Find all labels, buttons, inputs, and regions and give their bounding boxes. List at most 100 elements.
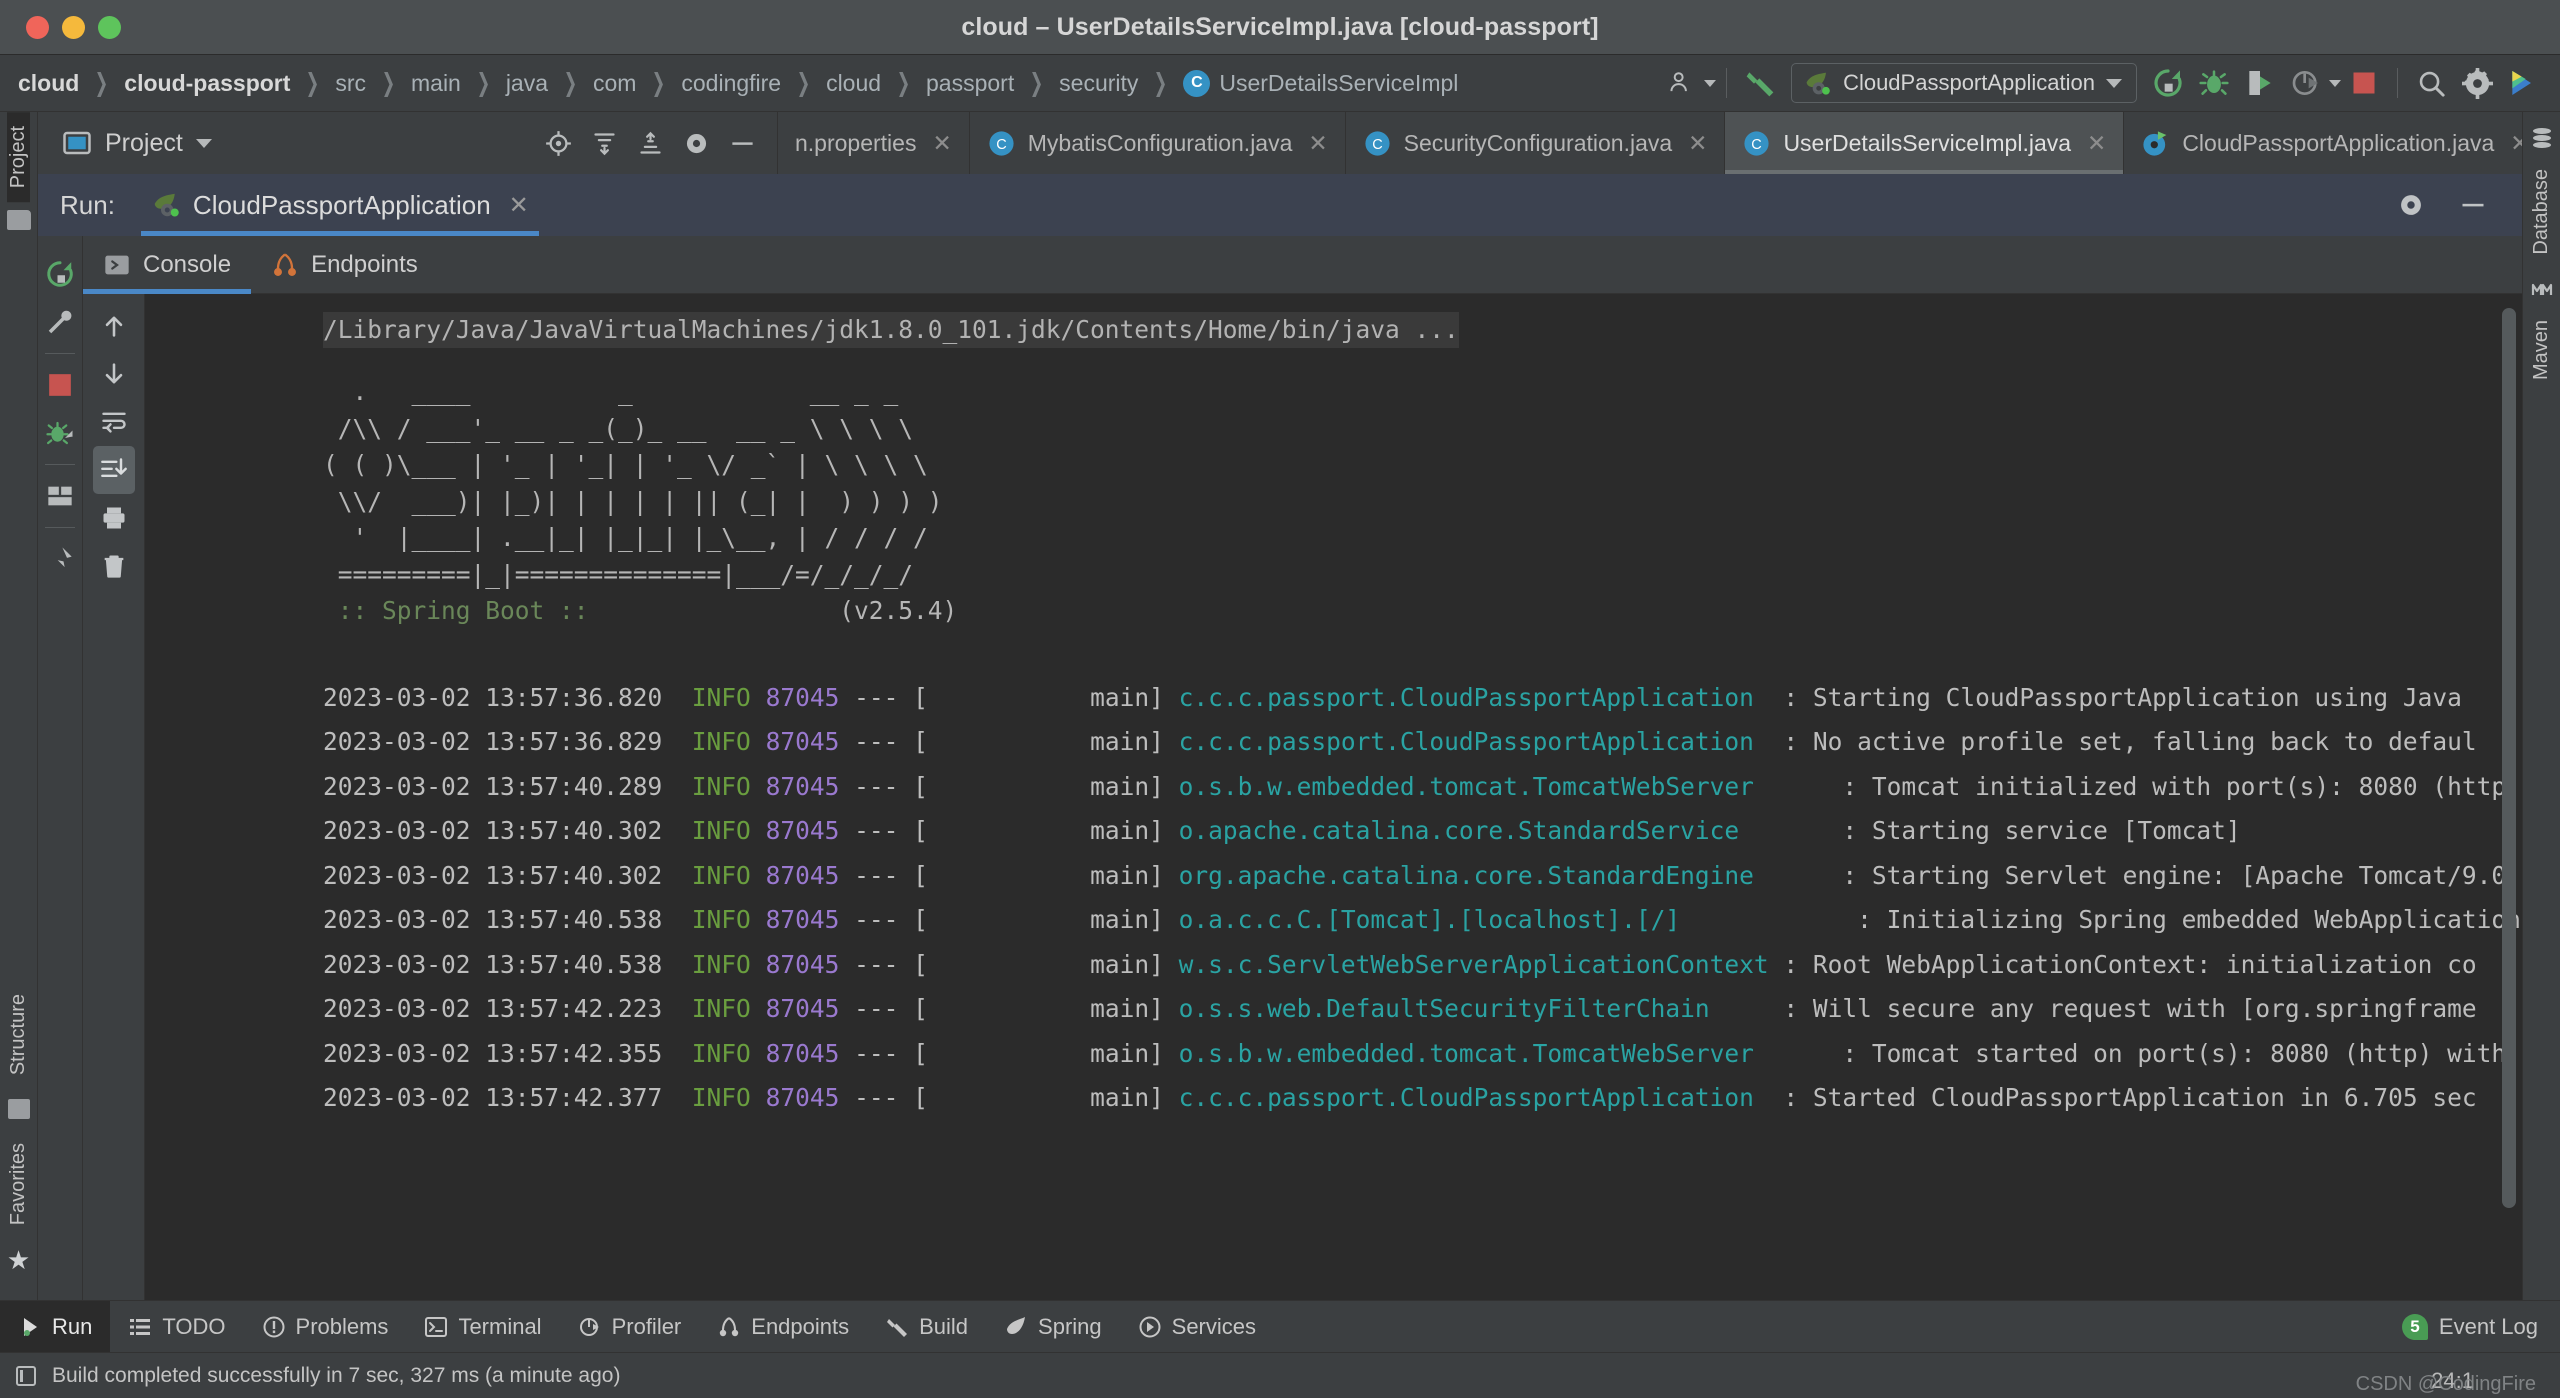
- breadcrumb-item-java[interactable]: java: [502, 55, 552, 111]
- tool-window-problems[interactable]: Problems: [244, 1301, 407, 1352]
- breadcrumb-item-cloud[interactable]: cloud: [14, 55, 83, 111]
- log-level: INFO: [692, 816, 751, 845]
- debug-icon[interactable]: [2191, 60, 2237, 106]
- tool-window-label: Spring: [1038, 1314, 1102, 1340]
- breadcrumb-item-cloud2[interactable]: cloud: [822, 55, 885, 111]
- tab-mybatis-configuration[interactable]: C MybatisConfiguration.java ✕: [970, 112, 1346, 174]
- updates-icon[interactable]: [2500, 60, 2546, 106]
- scrollbar-thumb[interactable]: [2502, 308, 2516, 1208]
- log-timestamp: 2023-03-02 13:57:40.302: [323, 861, 662, 890]
- run-configuration-selector[interactable]: CloudPassportApplication: [1791, 63, 2137, 103]
- edit-configuration-icon[interactable]: [39, 298, 81, 346]
- breadcrumb-item-com[interactable]: com: [589, 55, 640, 111]
- sidebar-item-project[interactable]: Project: [7, 112, 30, 202]
- settings-gear-icon[interactable]: [2454, 60, 2500, 106]
- close-button[interactable]: [26, 16, 49, 39]
- close-icon[interactable]: ✕: [2087, 130, 2106, 157]
- tab-console[interactable]: Console: [83, 236, 251, 293]
- navigation-bar: cloud ❯ cloud-passport ❯ src ❯ main ❯ ja…: [0, 55, 2560, 112]
- breadcrumb-item-cloud-passport[interactable]: cloud-passport: [120, 55, 294, 111]
- log-timestamp: 2023-03-02 13:57:42.355: [323, 1039, 662, 1068]
- hide-icon[interactable]: [2450, 182, 2496, 228]
- breadcrumb-item-main[interactable]: main: [407, 55, 465, 111]
- console-output[interactable]: /Library/Java/JavaVirtualMachines/jdk1.8…: [145, 294, 2522, 1300]
- chevron-down-icon[interactable]: [196, 139, 212, 148]
- run-with-coverage-icon[interactable]: [2237, 60, 2283, 106]
- tool-window-profiler[interactable]: Profiler: [560, 1301, 700, 1352]
- chevron-right-icon: ❯: [647, 68, 671, 98]
- class-icon: C: [1183, 70, 1210, 97]
- chevron-right-icon: ❯: [301, 68, 325, 98]
- tab-endpoints[interactable]: Endpoints: [251, 236, 438, 293]
- close-icon[interactable]: ✕: [1688, 130, 1707, 157]
- project-title[interactable]: Project: [62, 128, 212, 158]
- folder-icon: [7, 210, 31, 230]
- tool-window-run[interactable]: Run: [0, 1301, 110, 1352]
- soft-wrap-icon[interactable]: [93, 398, 135, 446]
- event-log-label[interactable]: Event Log: [2439, 1314, 2538, 1340]
- run-session-tab[interactable]: CloudPassportApplication ✕: [141, 174, 539, 236]
- clear-all-icon[interactable]: [93, 542, 135, 590]
- up-arrow-icon[interactable]: [93, 302, 135, 350]
- tab-user-details-service-impl[interactable]: C UserDetailsServiceImpl.java ✕: [1725, 112, 2124, 174]
- log-message: Starting service [Tomcat]: [1872, 816, 2241, 845]
- layout-icon[interactable]: [39, 472, 81, 520]
- log-pid: 87045: [766, 727, 840, 756]
- tool-window-endpoints[interactable]: Endpoints: [699, 1301, 867, 1352]
- close-icon[interactable]: ✕: [509, 191, 529, 220]
- sidebar-item-favorites[interactable]: Favorites: [7, 1129, 30, 1239]
- sidebar-item-maven[interactable]: Maven: [2530, 306, 2553, 394]
- sidebar-item-database[interactable]: Database: [2530, 155, 2553, 269]
- close-icon[interactable]: ✕: [2510, 130, 2522, 157]
- expand-all-icon[interactable]: [629, 122, 671, 164]
- sidebar-item-structure[interactable]: Structure: [7, 980, 30, 1089]
- breadcrumb-item-security[interactable]: security: [1055, 55, 1142, 111]
- zoom-button[interactable]: [98, 16, 121, 39]
- attach-debugger-icon[interactable]: [39, 409, 81, 457]
- close-icon[interactable]: ✕: [932, 130, 951, 157]
- console-scrollbar[interactable]: [2502, 308, 2516, 1286]
- collapse-all-icon[interactable]: [583, 122, 625, 164]
- tool-window-terminal[interactable]: Terminal: [406, 1301, 559, 1352]
- minimize-button[interactable]: [62, 16, 85, 39]
- pin-tab-icon[interactable]: [39, 535, 81, 583]
- close-icon[interactable]: ✕: [1308, 130, 1327, 157]
- spring-boot-icon: [151, 190, 181, 220]
- chevron-down-icon[interactable]: [2329, 80, 2341, 87]
- tool-window-spring[interactable]: Spring: [986, 1301, 1120, 1352]
- settings-gear-icon[interactable]: [2388, 182, 2434, 228]
- print-icon[interactable]: [93, 494, 135, 542]
- log-level: INFO: [692, 727, 751, 756]
- log-message: Starting Servlet engine: [Apache Tomcat/…: [1872, 861, 2522, 890]
- rerun-icon[interactable]: [39, 250, 81, 298]
- tab-application-properties[interactable]: n.properties ✕: [778, 112, 970, 174]
- tab-cloud-passport-application[interactable]: CloudPassportApplication.java ✕: [2124, 112, 2522, 174]
- tool-window-services[interactable]: Services: [1120, 1301, 1274, 1352]
- chevron-down-icon: [2106, 79, 2122, 88]
- hide-icon[interactable]: [721, 122, 763, 164]
- tool-window-label: Profiler: [612, 1314, 682, 1340]
- scroll-to-end-icon[interactable]: [93, 446, 135, 494]
- stop-icon[interactable]: [2341, 60, 2387, 106]
- log-timestamp: 2023-03-02 13:57:42.223: [323, 994, 662, 1023]
- breadcrumb-item-passport[interactable]: passport: [922, 55, 1018, 111]
- stop-icon[interactable]: [39, 361, 81, 409]
- tool-window-todo[interactable]: TODO: [110, 1301, 243, 1352]
- breadcrumb-item-codingfire[interactable]: codingfire: [677, 55, 785, 111]
- search-everywhere-icon[interactable]: [2408, 60, 2454, 106]
- settings-gear-icon[interactable]: [675, 122, 717, 164]
- chevron-right-icon: ❯: [1025, 68, 1049, 98]
- rerun-icon[interactable]: [2145, 60, 2191, 106]
- user-avatar-icon[interactable]: [1658, 60, 1704, 106]
- hammer-build-icon[interactable]: [1737, 60, 1783, 106]
- log-message: Starting CloudPassportApplication using …: [1813, 683, 2462, 712]
- profiler-icon[interactable]: [2283, 60, 2329, 106]
- tab-security-configuration[interactable]: C SecurityConfiguration.java ✕: [1346, 112, 1726, 174]
- down-arrow-icon[interactable]: [93, 350, 135, 398]
- select-opened-file-icon[interactable]: [537, 122, 579, 164]
- breadcrumb-item-current-file[interactable]: CUserDetailsServiceImpl: [1179, 55, 1462, 111]
- breadcrumb-item-src[interactable]: src: [331, 55, 370, 111]
- tool-window-build[interactable]: Build: [867, 1301, 986, 1352]
- console-tab-bar: Console Endpoints: [83, 236, 2522, 294]
- chevron-down-icon[interactable]: [1704, 80, 1716, 87]
